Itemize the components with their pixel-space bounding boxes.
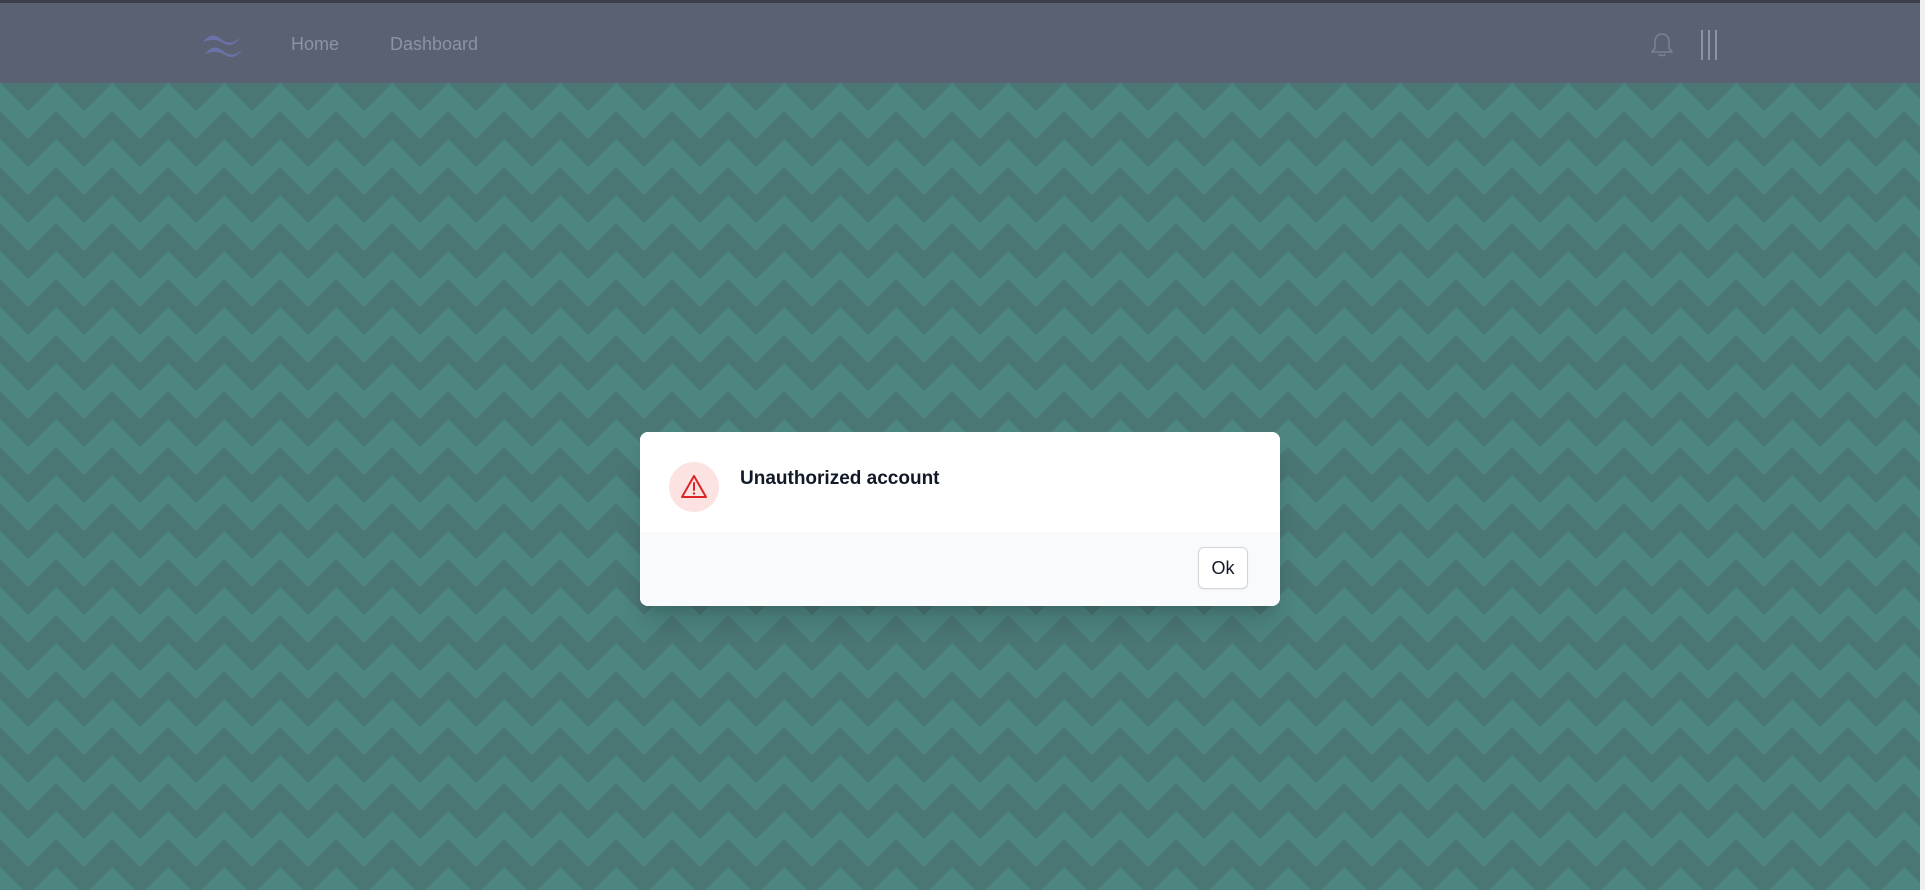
window-right-edge bbox=[1920, 0, 1925, 890]
alert-dialog: Unauthorized account Ok bbox=[640, 432, 1280, 606]
top-navbar: Home Dashboard bbox=[0, 3, 1920, 83]
dialog-footer: Ok bbox=[640, 532, 1280, 606]
dialog-body: Unauthorized account bbox=[640, 432, 1280, 532]
ok-button[interactable]: Ok bbox=[1198, 547, 1248, 589]
warning-triangle-icon bbox=[681, 475, 707, 498]
menu-bars-icon[interactable] bbox=[1700, 29, 1720, 61]
bell-icon[interactable] bbox=[1648, 30, 1676, 60]
alert-icon-badge bbox=[669, 462, 719, 512]
page-viewport: Home Dashboard Unauthorized account Ok bbox=[0, 0, 1920, 890]
nav-link-dashboard[interactable]: Dashboard bbox=[390, 34, 478, 55]
dialog-title: Unauthorized account bbox=[740, 468, 940, 489]
nav-link-home[interactable]: Home bbox=[291, 34, 339, 55]
tailwind-logo-icon[interactable] bbox=[200, 29, 246, 59]
